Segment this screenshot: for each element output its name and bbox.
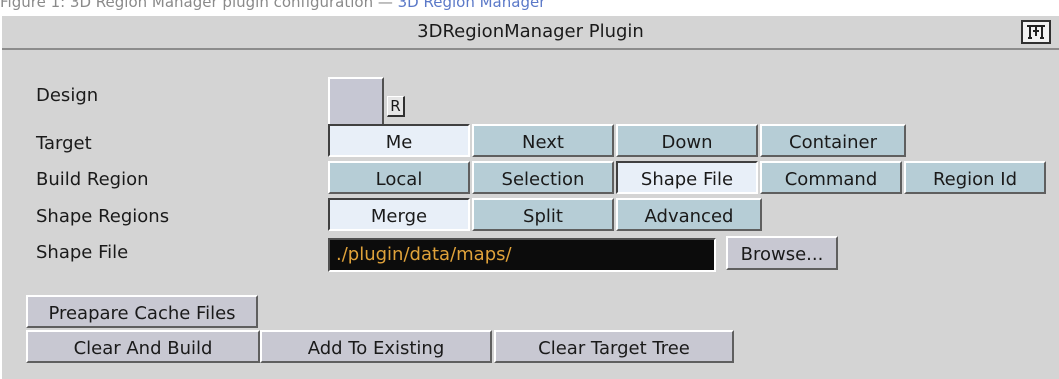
shape-file-path-input[interactable]: ./plugin/data/maps/: [328, 238, 716, 272]
build-region-local-button[interactable]: Local: [328, 161, 470, 194]
design-color-swatch[interactable]: [328, 77, 384, 131]
browse-button[interactable]: Browse...: [726, 236, 838, 270]
window-titlebar: 3DRegionManager Plugin: [2, 16, 1059, 50]
target-next-button[interactable]: Next: [472, 124, 614, 157]
build-region-label: Build Region: [36, 169, 149, 190]
target-label: Target: [36, 133, 92, 154]
build-region-selection-button[interactable]: Selection: [472, 161, 614, 194]
design-label: Design: [36, 85, 99, 106]
clear-target-tree-button[interactable]: Clear Target Tree: [494, 330, 734, 363]
figure-caption: Figure 1: 3D Region Manager plugin confi…: [0, 0, 1059, 14]
prepare-cache-files-button[interactable]: Preapare Cache Files: [26, 295, 258, 328]
target-down-button[interactable]: Down: [616, 124, 758, 157]
clear-and-build-button[interactable]: Clear And Build: [26, 330, 260, 363]
caption-link[interactable]: 3D Region Manager: [398, 0, 546, 11]
build-region-shape-file-button[interactable]: Shape File: [616, 161, 758, 194]
design-reset-button[interactable]: R: [387, 96, 405, 117]
build-region-command-button[interactable]: Command: [760, 161, 902, 194]
target-me-button[interactable]: Me: [328, 124, 470, 157]
window-title: 3DRegionManager Plugin: [417, 21, 644, 42]
caption-text: Figure 1: 3D Region Manager plugin confi…: [0, 0, 398, 11]
shape-file-label: Shape File: [36, 242, 129, 263]
shape-regions-merge-button[interactable]: Merge: [328, 198, 470, 231]
shape-regions-advanced-button[interactable]: Advanced: [616, 198, 762, 231]
shape-regions-split-button[interactable]: Split: [472, 198, 614, 231]
build-region-region-id-button[interactable]: Region Id: [904, 161, 1046, 194]
plugin-logo-icon[interactable]: [1021, 20, 1051, 44]
plugin-panel: 3DRegionManager Plugin Design R Target M…: [0, 14, 1059, 379]
shape-regions-label: Shape Regions: [36, 206, 170, 227]
target-container-button[interactable]: Container: [760, 124, 906, 157]
add-to-existing-button[interactable]: Add To Existing: [260, 330, 492, 363]
